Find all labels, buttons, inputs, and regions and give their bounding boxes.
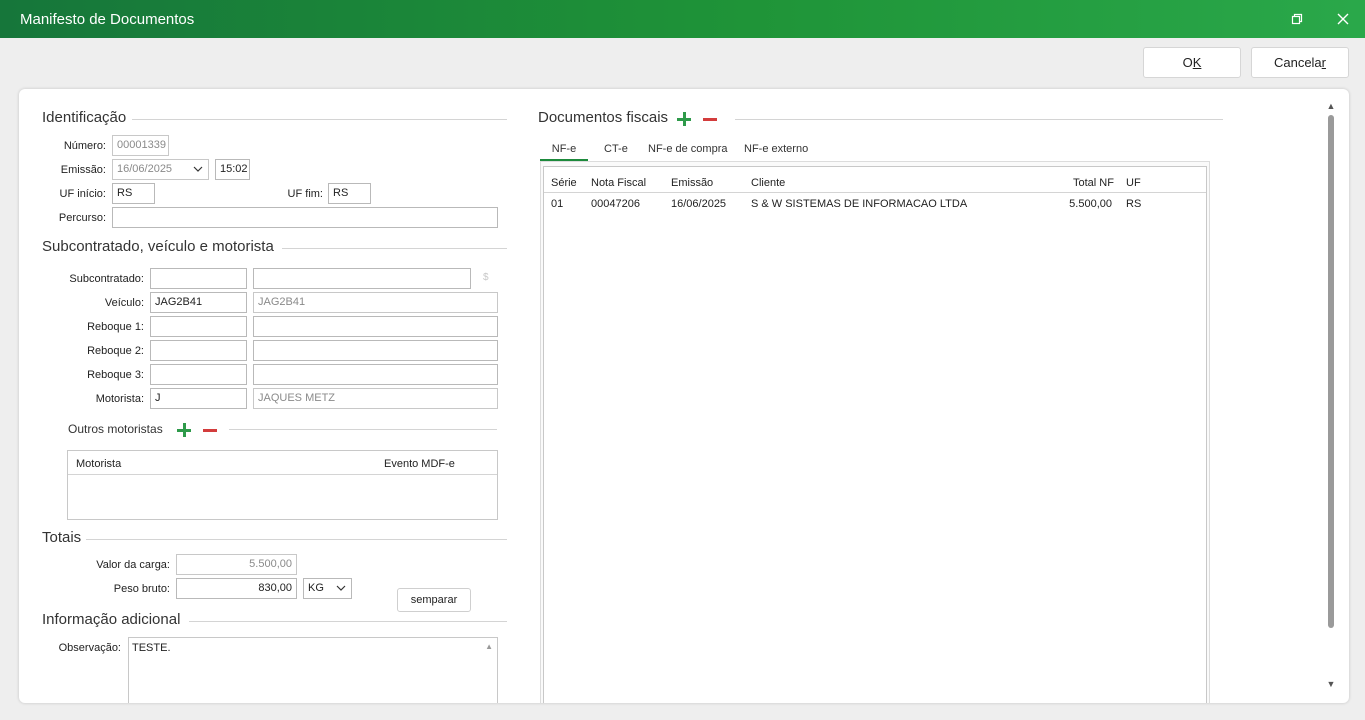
peso-bruto-field[interactable]: 830,00 — [176, 578, 297, 599]
ok-label-prefix: O — [1182, 55, 1193, 70]
uf-fim-field[interactable]: RS — [328, 183, 371, 204]
peso-unit-value: KG — [308, 582, 324, 594]
col-nota-fiscal: Nota Fiscal — [591, 177, 647, 189]
uf-inicio-field[interactable]: RS — [112, 183, 155, 204]
emissao-label: Emissão: — [60, 164, 106, 176]
add-documento-icon[interactable] — [677, 112, 691, 126]
chevron-down-icon — [193, 166, 203, 172]
col-uf: UF — [1126, 177, 1141, 189]
main-panel: Identificação Número: 00001339 Emissão: … — [19, 89, 1349, 703]
cell-nota: 00047206 — [591, 198, 640, 210]
valor-carga-label: Valor da carga: — [96, 559, 170, 571]
identificacao-divider — [132, 119, 507, 120]
emissao-date-field[interactable]: 16/06/2025 — [112, 159, 209, 180]
grid-header-divider — [544, 192, 1206, 193]
col-emissao: Emissão — [671, 177, 714, 189]
veiculo-code-field[interactable]: JAG2B41 — [150, 292, 247, 313]
scroll-down-icon[interactable]: ▼ — [1325, 679, 1337, 689]
cancel-label-prefix: Cancela — [1273, 55, 1322, 70]
reboque2-code-field[interactable] — [150, 340, 247, 361]
outros-motoristas-divider — [229, 429, 497, 430]
reboque1-label: Reboque 1: — [87, 321, 144, 333]
reboque2-name-field[interactable] — [253, 340, 498, 361]
reboque1-code-field[interactable] — [150, 316, 247, 337]
documentos-title: Documentos fiscais — [538, 109, 669, 126]
close-icon[interactable] — [1333, 9, 1353, 29]
observacao-label: Observação: — [58, 642, 121, 654]
chevron-down-icon — [336, 585, 346, 591]
grid-header-divider — [68, 474, 497, 475]
tab-cte[interactable]: CT-e — [604, 143, 628, 155]
ok-label-underlined: K — [1192, 55, 1202, 70]
outros-motoristas-grid[interactable]: Motorista Evento MDF-e — [67, 450, 498, 520]
motorista-code-field[interactable]: J — [150, 388, 247, 409]
add-motorista-icon[interactable] — [177, 423, 191, 437]
info-adicional-title: Informação adicional — [42, 611, 181, 628]
col-cliente: Cliente — [751, 177, 786, 189]
tab-nfe-externo[interactable]: NF-e externo — [744, 143, 808, 155]
cell-emissao: 16/06/2025 — [671, 198, 727, 210]
cell-uf: RS — [1126, 198, 1142, 210]
cell-total: 5.500,00 — [1069, 198, 1112, 210]
reboque2-label: Reboque 2: — [87, 345, 144, 357]
identificacao-title: Identificação — [42, 109, 127, 126]
remove-motorista-icon[interactable] — [203, 423, 217, 437]
documentos-divider — [735, 119, 1223, 120]
observacao-textarea[interactable]: TESTE. ▲ — [128, 637, 498, 703]
window-title: Manifesto de Documentos — [20, 11, 195, 28]
documentos-grid[interactable]: Série Nota Fiscal Emissão Cliente Total … — [543, 166, 1207, 703]
subcontratado-title: Subcontratado, veículo e motorista — [42, 238, 274, 255]
subcontratado-code-field[interactable] — [150, 268, 247, 289]
totais-divider — [86, 539, 507, 540]
semparar-button[interactable]: semparar — [397, 588, 471, 612]
veiculo-name-field[interactable]: JAG2B41 — [253, 292, 498, 313]
numero-field[interactable]: 00001339 — [112, 135, 169, 156]
emissao-time-field[interactable]: 15:02 — [215, 159, 250, 180]
numero-label: Número: — [63, 140, 106, 152]
restore-icon[interactable] — [1287, 9, 1307, 29]
reboque1-name-field[interactable] — [253, 316, 498, 337]
valor-carga-field[interactable]: 5.500,00 — [176, 554, 297, 575]
subcontratado-label: Subcontratado: — [69, 273, 144, 285]
ok-button[interactable]: OK — [1143, 47, 1241, 78]
peso-bruto-label: Peso bruto: — [113, 583, 170, 595]
col-serie: Série — [551, 177, 577, 189]
table-row[interactable]: 01 00047206 16/06/2025 S & W SISTEMAS DE… — [544, 194, 1206, 214]
grid-header-evento: Evento MDF-e — [384, 458, 455, 470]
totais-title: Totais — [42, 529, 82, 546]
cancel-label-underlined: r — [1321, 55, 1327, 70]
motorista-label: Motorista: — [95, 393, 144, 405]
peso-unit-select[interactable]: KG — [303, 578, 352, 599]
uf-fim-label: UF fim: — [287, 188, 323, 200]
subcontratado-name-field[interactable] — [253, 268, 471, 289]
remove-documento-icon[interactable] — [703, 112, 717, 126]
textarea-scroll-up-icon[interactable]: ▲ — [485, 642, 493, 651]
subcontratado-divider — [282, 248, 507, 249]
cell-serie: 01 — [551, 198, 564, 210]
observacao-value: TESTE. — [132, 642, 171, 654]
dollar-icon: $ — [483, 272, 489, 283]
reboque3-code-field[interactable] — [150, 364, 247, 385]
uf-inicio-label: UF início: — [59, 188, 106, 200]
percurso-field[interactable] — [112, 207, 498, 228]
outros-motoristas-title: Outros motoristas — [68, 422, 163, 436]
title-bar: Manifesto de Documentos — [0, 0, 1365, 38]
motorista-name-field[interactable]: JAQUES METZ — [253, 388, 498, 409]
reboque3-name-field[interactable] — [253, 364, 498, 385]
documentos-tab-panel: Série Nota Fiscal Emissão Cliente Total … — [540, 161, 1210, 703]
tab-nfe[interactable]: NF-e — [540, 143, 588, 161]
cancel-button[interactable]: Cancela r — [1251, 47, 1349, 78]
emissao-date-value: 16/06/2025 — [117, 163, 173, 175]
panel-scrollbar[interactable] — [1328, 115, 1334, 628]
grid-header-motorista: Motorista — [76, 458, 122, 470]
percurso-label: Percurso: — [58, 212, 106, 224]
reboque3-label: Reboque 3: — [87, 369, 144, 381]
cell-cliente: S & W SISTEMAS DE INFORMACAO LTDA — [751, 198, 968, 210]
col-total-nf: Total NF — [1073, 177, 1114, 189]
veiculo-label: Veículo: — [104, 297, 144, 309]
scroll-up-icon[interactable]: ▲ — [1325, 101, 1337, 111]
info-adicional-divider — [189, 621, 507, 622]
tab-nfe-compra[interactable]: NF-e de compra — [648, 143, 727, 155]
